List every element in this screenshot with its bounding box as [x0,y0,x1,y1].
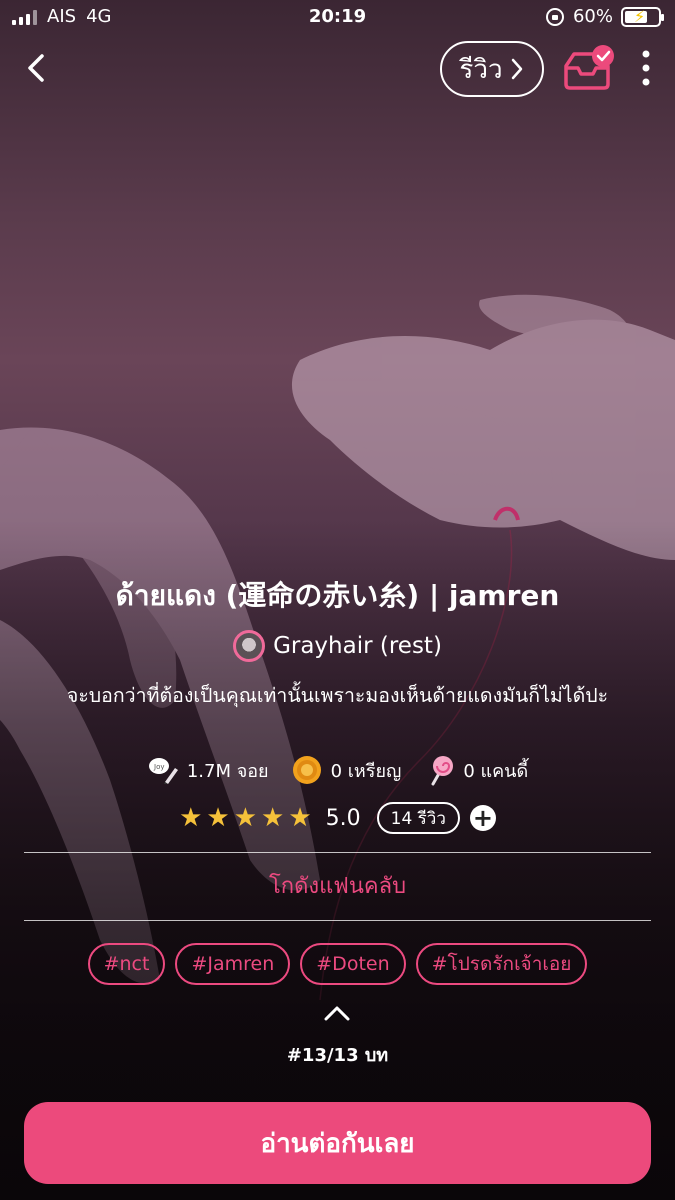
more-vertical-icon[interactable] [636,48,656,88]
joy-count: 1.7M จอย [186,760,269,782]
battery-icon: ⚡ [621,6,664,27]
add-review-icon[interactable]: + [469,805,496,831]
joy-stat: Joy 1.7M จอย [147,754,269,786]
tag-list: #nct #Jamren #Doten #โปรดรักเจ้าเอย [0,943,675,985]
chevron-right-icon [511,58,522,80]
svg-text:Joy: Joy [153,763,165,771]
story-title: ด้ายแดง (運命の赤い糸) | jamren [115,579,560,612]
tag-chip[interactable]: #Doten [300,943,406,985]
tag-chip[interactable]: #nct [87,943,166,985]
fanclub-link[interactable]: โกดังแฟนคลับ [0,868,675,903]
back-icon[interactable] [20,48,56,88]
cover-shade [0,520,675,1200]
tag-chip[interactable]: #Jamren [175,943,291,985]
chevron-up-icon[interactable] [322,1002,352,1024]
author-avatar [233,630,266,662]
divider [24,852,651,853]
rating-score: 5.0 [325,805,361,831]
coin-stat: 0 เหรียญ [291,754,402,786]
star-rating: ★ ★ ★ ★ ★ [179,805,312,831]
candy-icon [431,756,454,786]
status-right: 60% ⚡ [545,6,664,27]
rating-row: ★ ★ ★ ★ ★ 5.0 14 รีวิว + [0,802,675,834]
review-button[interactable]: รีวิว [440,41,544,97]
story-description: จะบอกว่าที่ต้องเป็นคุณเท่านั้นเพราะมองเห… [66,684,609,707]
candy-stat: 0 แคนดี้ [423,754,528,786]
inbox-check-icon[interactable] [560,44,620,94]
coin-count: 0 เหรียญ [330,760,402,782]
episode-count: #13/13 บท [286,1045,389,1066]
review-count-button[interactable]: 14 รีวิว [376,802,460,834]
coin-icon [292,756,321,784]
candy-count: 0 แคนดี้ [463,760,529,782]
star-icon: ★ [261,803,285,833]
star-icon: ★ [233,803,258,833]
divider [24,920,651,921]
star-icon: ★ [288,803,312,833]
joy-pen-icon: Joy [148,758,178,784]
star-icon: ★ [179,803,203,833]
continue-reading-button[interactable]: อ่านต่อกันเลย [24,1102,651,1184]
review-button-label: รีวิว [459,54,503,85]
battery-percent: 60% [572,6,613,27]
author-name: Grayhair (rest) [273,633,442,659]
tag-chip[interactable]: #โปรดรักเจ้าเอย [415,943,588,985]
status-bar: AIS 4G 20:19 60% ⚡ [0,0,675,36]
star-icon: ★ [206,803,230,833]
rotation-lock-icon [545,7,564,26]
story-stats: Joy 1.7M จอย 0 เหรียญ 0 แคนดี้ [0,754,675,786]
author-link[interactable]: Grayhair (rest) [0,630,675,662]
